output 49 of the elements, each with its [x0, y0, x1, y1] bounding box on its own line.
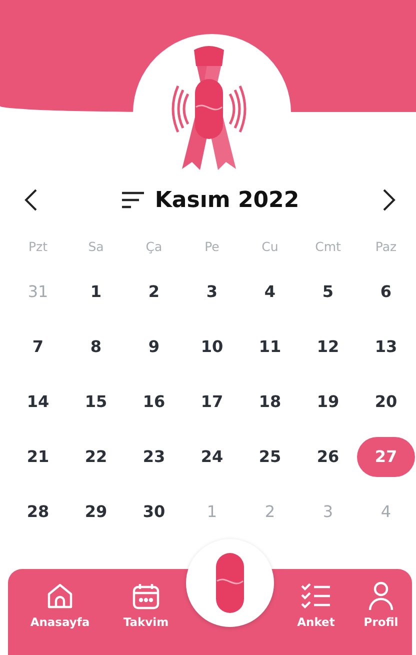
calendar-day[interactable]: 8	[90, 337, 102, 356]
calendar-day[interactable]: 19	[316, 392, 340, 411]
home-icon	[45, 581, 75, 611]
calendar-day[interactable]: 7	[32, 337, 44, 356]
calendar-day[interactable]: 29	[84, 502, 108, 521]
calendar-day[interactable]: 2	[148, 282, 160, 301]
nav-item[interactable]: Anket	[282, 581, 350, 637]
nav-item[interactable]: Profil	[350, 581, 412, 637]
calendar-day[interactable]: 24	[200, 447, 224, 466]
calendar-day[interactable]: 11	[258, 337, 282, 356]
nav-item[interactable]: Takvim	[104, 581, 188, 637]
selected-day[interactable]: 27	[357, 436, 415, 476]
profile-icon	[367, 581, 395, 611]
calendar-day[interactable]: 3	[206, 282, 218, 301]
weekday-label: Ça	[144, 238, 164, 256]
weekday-label: Pe	[204, 238, 220, 256]
calendar-day[interactable]: 28	[26, 502, 50, 521]
calendar-day[interactable]: 25	[258, 447, 282, 466]
calendar-day[interactable]: 22	[84, 447, 108, 466]
checklist-icon	[300, 581, 332, 611]
calendar-day[interactable]: 12	[316, 337, 340, 356]
calendar-day[interactable]: 13	[374, 337, 398, 356]
calendar-day[interactable]: 26	[316, 447, 340, 466]
calendar-day[interactable]: 4	[264, 282, 276, 301]
chevron-right-icon	[382, 188, 396, 212]
month-title: Kasım 2022	[154, 188, 300, 212]
weekday-label: Cmt	[314, 238, 342, 256]
calendar-day[interactable]: 1	[90, 282, 102, 301]
weekday-label: Paz	[374, 238, 398, 256]
calendar-day[interactable]: 21	[26, 447, 50, 466]
chevron-left-icon	[24, 188, 38, 212]
weekday-label: Sa	[87, 238, 105, 256]
calendar-day[interactable]: 20	[374, 392, 398, 411]
calendar-day[interactable]: 10	[200, 337, 224, 356]
calendar-day[interactable]: 30	[142, 502, 166, 521]
menu-icon[interactable]	[120, 190, 145, 210]
calendar-icon	[131, 581, 161, 611]
calendar-day[interactable]: 16	[142, 392, 166, 411]
calendar-day[interactable]: 17	[200, 392, 224, 411]
calendar-day[interactable]: 5	[322, 282, 334, 301]
calendar-day[interactable]: 9	[148, 337, 160, 356]
calendar-day[interactable]: 23	[142, 447, 166, 466]
calendar-day[interactable]: 14	[26, 392, 50, 411]
nav-item[interactable]: Anasayfa	[16, 581, 104, 637]
weekday-label: Cu	[260, 238, 280, 256]
calendar-day[interactable]: 15	[84, 392, 108, 411]
calendar-day[interactable]: 6	[380, 282, 392, 301]
weekday-label: Pzt	[27, 238, 48, 256]
calendar-day[interactable]: 18	[258, 392, 282, 411]
